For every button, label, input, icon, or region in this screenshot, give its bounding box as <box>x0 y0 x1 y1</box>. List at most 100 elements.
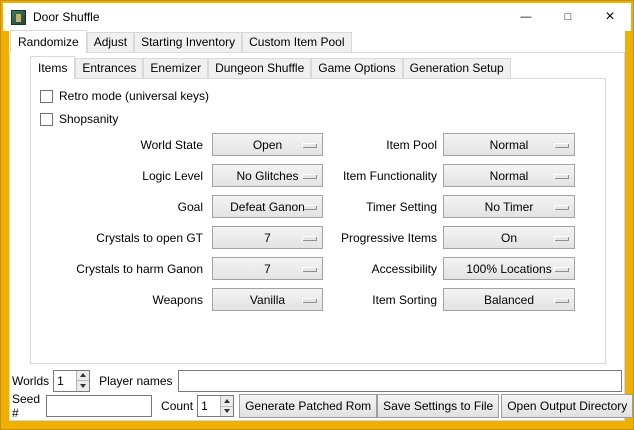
tab-items[interactable]: Items <box>30 56 75 79</box>
logic-level-label: Logic Level <box>31 169 212 183</box>
weapons-value: Vanilla <box>250 293 285 307</box>
spin-down-button[interactable] <box>221 407 233 417</box>
close-icon: × <box>605 8 614 26</box>
logic-level-value: No Glitches <box>236 169 298 183</box>
tab-starting-inventory-label: Starting Inventory <box>141 35 235 49</box>
crystals-harm-ganon-dropdown[interactable]: 7 <box>212 257 323 280</box>
client-area: Randomize Adjust Starting Inventory Cust… <box>9 31 625 421</box>
logic-level-dropdown[interactable]: No Glitches <box>212 164 323 187</box>
maximize-button[interactable]: □ <box>547 3 589 31</box>
titlebar: Door Shuffle — □ × <box>3 3 631 31</box>
dropdown-indicator-icon <box>302 174 317 179</box>
item-functionality-label: Item Functionality <box>323 169 443 183</box>
goal-label: Goal <box>31 200 212 214</box>
accessibility-dropdown[interactable]: 100% Locations <box>443 257 575 280</box>
seed-label: Seed # <box>12 392 40 420</box>
progressive-items-label: Progressive Items <box>323 231 443 245</box>
tab-custom-item-pool[interactable]: Custom Item Pool <box>242 32 351 52</box>
tab-generation-setup-label: Generation Setup <box>410 61 504 75</box>
tab-generation-setup[interactable]: Generation Setup <box>403 58 511 78</box>
option-row: Logic Level No Glitches Item Functionali… <box>31 160 605 191</box>
caption-buttons: — □ × <box>505 3 631 31</box>
spin-down-button[interactable] <box>77 381 89 391</box>
seed-input[interactable] <box>46 395 152 417</box>
tab-enemizer[interactable]: Enemizer <box>143 58 208 78</box>
retro-mode-checkbox[interactable] <box>40 90 53 103</box>
accessibility-value: 100% Locations <box>466 262 551 276</box>
tab-dungeon-shuffle-label: Dungeon Shuffle <box>215 61 304 75</box>
tab-adjust[interactable]: Adjust <box>87 32 134 52</box>
worlds-spin-arrows <box>76 371 89 391</box>
shopsanity-checkbox[interactable] <box>40 113 53 126</box>
tab-custom-item-pool-label: Custom Item Pool <box>249 35 344 49</box>
option-row: Weapons Vanilla Item Sorting Balanced <box>31 284 605 315</box>
weapons-label: Weapons <box>31 293 212 307</box>
item-sorting-label: Item Sorting <box>323 293 443 307</box>
inner-tab-bar: Items Entrances Enemizer Dungeon Shuffle… <box>30 57 511 78</box>
progressive-items-dropdown[interactable]: On <box>443 226 575 249</box>
retro-mode-row: Retro mode (universal keys) <box>40 89 605 103</box>
item-pool-value: Normal <box>490 138 529 152</box>
spin-up-icon <box>224 399 230 403</box>
minimize-icon: — <box>521 11 532 23</box>
seed-row: Seed # Count Generate Patched Rom Save S… <box>12 394 622 418</box>
tab-randomize[interactable]: Randomize <box>10 30 87 53</box>
dropdown-indicator-icon <box>554 205 569 210</box>
crystals-open-gt-dropdown[interactable]: 7 <box>212 226 323 249</box>
tab-starting-inventory[interactable]: Starting Inventory <box>134 32 242 52</box>
crystals-harm-ganon-label: Crystals to harm Ganon <box>31 262 212 276</box>
option-row: World State Open Item Pool Normal <box>31 129 605 160</box>
accessibility-label: Accessibility <box>323 262 443 276</box>
timer-setting-value: No Timer <box>485 200 534 214</box>
outer-tab-bar: Randomize Adjust Starting Inventory Cust… <box>10 31 352 52</box>
tab-randomize-label: Randomize <box>18 35 79 49</box>
tab-enemizer-label: Enemizer <box>150 61 201 75</box>
item-functionality-value: Normal <box>490 169 529 183</box>
spin-down-icon <box>80 384 86 388</box>
option-row: Crystals to open GT 7 Progressive Items … <box>31 222 605 253</box>
save-settings-button[interactable]: Save Settings to File <box>377 394 499 418</box>
tab-items-label: Items <box>38 61 67 75</box>
count-label: Count <box>161 399 193 413</box>
player-names-input[interactable] <box>178 370 623 392</box>
shopsanity-row: Shopsanity <box>40 112 605 126</box>
weapons-dropdown[interactable]: Vanilla <box>212 288 323 311</box>
tab-game-options-label: Game Options <box>318 61 395 75</box>
world-state-dropdown[interactable]: Open <box>212 133 323 156</box>
item-sorting-value: Balanced <box>484 293 534 307</box>
spin-up-button[interactable] <box>77 371 89 382</box>
item-pool-label: Item Pool <box>323 138 443 152</box>
open-output-button[interactable]: Open Output Directory <box>501 394 633 418</box>
item-sorting-dropdown[interactable]: Balanced <box>443 288 575 311</box>
crystals-open-gt-value: 7 <box>264 231 271 245</box>
shopsanity-label: Shopsanity <box>59 112 118 126</box>
world-state-value: Open <box>253 138 282 152</box>
worlds-input[interactable] <box>54 371 76 391</box>
close-button[interactable]: × <box>589 3 631 31</box>
timer-setting-dropdown[interactable]: No Timer <box>443 195 575 218</box>
item-functionality-dropdown[interactable]: Normal <box>443 164 575 187</box>
timer-setting-label: Timer Setting <box>323 200 443 214</box>
maximize-icon: □ <box>565 11 572 23</box>
app-icon <box>11 10 26 25</box>
tab-entrances-label: Entrances <box>82 61 136 75</box>
item-pool-dropdown[interactable]: Normal <box>443 133 575 156</box>
dropdown-indicator-icon <box>302 298 317 303</box>
dropdown-indicator-icon <box>554 174 569 179</box>
tab-dungeon-shuffle[interactable]: Dungeon Shuffle <box>208 58 311 78</box>
app-window: Door Shuffle — □ × Randomize Adjust Star… <box>0 0 634 430</box>
progressive-items-value: On <box>501 231 517 245</box>
spin-up-icon <box>80 373 86 377</box>
count-input[interactable] <box>198 396 220 416</box>
minimize-button[interactable]: — <box>505 3 547 31</box>
worlds-spinbox[interactable] <box>53 370 90 392</box>
goal-dropdown[interactable]: Defeat Ganon <box>212 195 323 218</box>
count-spinbox[interactable] <box>197 395 234 417</box>
tab-game-options[interactable]: Game Options <box>311 58 402 78</box>
dropdown-indicator-icon <box>302 236 317 241</box>
tab-entrances[interactable]: Entrances <box>75 58 143 78</box>
randomize-page: Items Entrances Enemizer Dungeon Shuffle… <box>9 52 625 421</box>
generate-rom-button[interactable]: Generate Patched Rom <box>239 394 377 418</box>
player-names-label: Player names <box>99 374 172 388</box>
spin-up-button[interactable] <box>221 396 233 407</box>
